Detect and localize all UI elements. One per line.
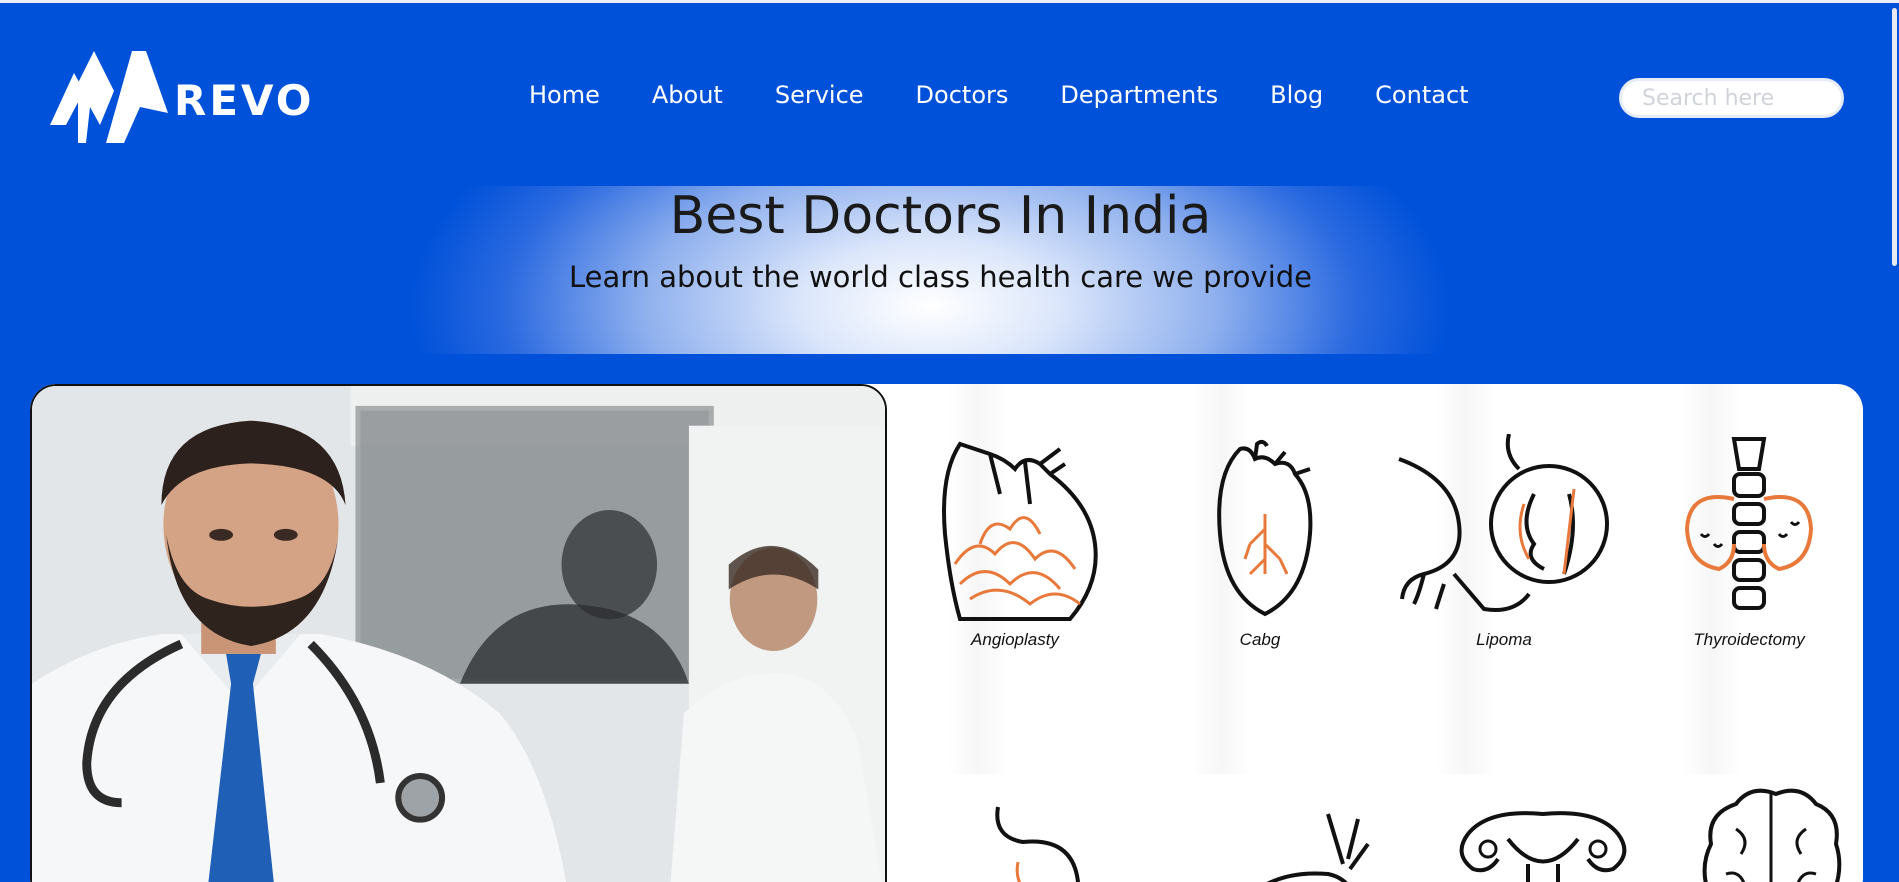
service-lipoma[interactable]: Lipoma [1384, 434, 1624, 650]
services-grid: Angioplasty Cabg Lipoma Thyroidectomy [888, 384, 1863, 882]
search-input[interactable] [1619, 78, 1844, 118]
nav-about[interactable]: About [652, 81, 723, 109]
page-scrollbar[interactable] [1887, 3, 1899, 882]
stomach-icon [995, 806, 1080, 882]
service-thyroidectomy[interactable]: Thyroidectomy [1629, 434, 1863, 650]
hero-banner: Best Doctors In India Learn about the wo… [0, 186, 1887, 354]
doctor-photo [30, 384, 887, 882]
nav-service[interactable]: Service [775, 81, 864, 109]
heart-vessels-icon [942, 441, 1098, 621]
nav-blog[interactable]: Blog [1270, 81, 1323, 109]
scrollbar-thumb[interactable] [1892, 8, 1897, 266]
service-angioplasty[interactable]: Angioplasty [895, 434, 1135, 650]
lipoma-icon [1398, 434, 1609, 612]
hero-title: Best Doctors In India [669, 186, 1212, 246]
heart-bypass-icon [1217, 439, 1313, 617]
site-header: REVO Home About Service Doctors Departme… [0, 3, 1887, 186]
uterus-icon [1459, 811, 1627, 882]
thyroid-icon [1684, 437, 1814, 610]
nav-contact[interactable]: Contact [1375, 81, 1468, 109]
revo-logo-icon [50, 51, 168, 143]
main-nav: Home About Service Doctors Departments B… [529, 81, 1469, 109]
nav-home[interactable]: Home [529, 81, 600, 109]
service-label: Angioplasty [971, 630, 1059, 649]
content-card: Angioplasty Cabg Lipoma Thyroidectomy [30, 384, 1863, 882]
brain-icon [1702, 788, 1842, 882]
kidney-icon [1266, 813, 1370, 882]
brand-name: REVO [174, 75, 315, 125]
service-label: Lipoma [1476, 630, 1532, 649]
service-label: Thyroidectomy [1693, 630, 1805, 649]
service-label: Cabg [1239, 630, 1281, 649]
brand-logo[interactable]: REVO [50, 51, 320, 143]
nav-doctors[interactable]: Doctors [916, 81, 1009, 109]
nav-departments[interactable]: Departments [1060, 81, 1218, 109]
hero-subtitle: Learn about the world class health care … [568, 260, 1312, 294]
service-cabg[interactable]: Cabg [1140, 434, 1380, 650]
doctor-photo-image [32, 386, 885, 882]
